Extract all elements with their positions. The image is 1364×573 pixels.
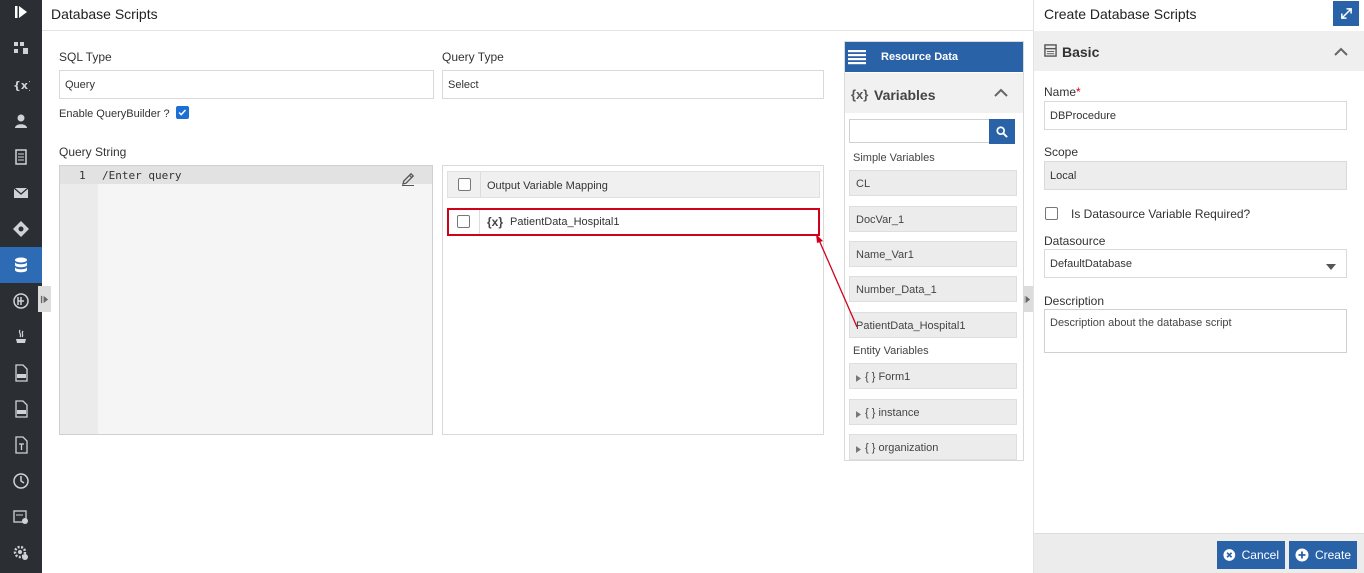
query-type-field[interactable]: Select (442, 70, 824, 99)
plus-icon (1295, 548, 1309, 562)
dropdown-caret-icon (1326, 261, 1336, 273)
required-marker: * (1076, 85, 1081, 99)
scope-field: Local (1044, 161, 1347, 190)
form-icon (1044, 44, 1057, 60)
entity-variable-label: { } instance (865, 407, 920, 419)
entity-variable-item[interactable]: { } organization (849, 434, 1017, 460)
resource-data-panel: Resource Data {x} Variables Simple Varia… (844, 41, 1024, 461)
html-file-icon[interactable] (0, 355, 42, 391)
query-code-text[interactable]: /Enter query (102, 169, 181, 182)
form-settings-icon[interactable] (0, 499, 42, 535)
collapse-toggle-icon[interactable] (0, 0, 42, 30)
output-mapping-header: Output Variable Mapping (447, 171, 820, 198)
expand-icon (1340, 8, 1352, 19)
variables-section-header[interactable]: {x} Variables (845, 73, 1023, 113)
variable-badge-icon: {x} (487, 215, 504, 229)
datasource-select[interactable]: DefaultDatabase (1044, 249, 1347, 278)
template-icon[interactable] (0, 427, 42, 463)
variables-badge-icon: {x} (851, 87, 869, 102)
svg-text:{x}: {x} (13, 79, 30, 92)
description-textarea[interactable]: Description about the database script (1044, 309, 1347, 353)
sql-type-field[interactable]: Query (59, 70, 434, 99)
basic-section-header[interactable]: Basic (1034, 31, 1364, 71)
create-label: Create (1314, 548, 1351, 562)
output-mapping-panel: Output Variable Mapping {x} PatientData_… (442, 165, 824, 435)
cancel-label: Cancel (1241, 548, 1279, 562)
database-icon[interactable] (0, 247, 42, 283)
clock-icon[interactable] (0, 463, 42, 499)
mapped-variable-name: PatientData_Hospital1 (510, 216, 620, 228)
cancel-button[interactable]: Cancel (1217, 541, 1285, 569)
create-db-script-panel: Create Database Scripts Basic Name* DBPr… (1033, 0, 1364, 573)
line-number: 1 (79, 169, 86, 182)
simple-variable-item[interactable]: Number_Data_1 (849, 276, 1017, 302)
entity-variable-item[interactable]: { } Form1 (849, 363, 1017, 389)
panel-footer: Cancel Create (1034, 533, 1364, 573)
simple-variable-item[interactable]: CL (849, 170, 1017, 196)
variables-icon[interactable]: {x} (0, 67, 42, 103)
query-editor[interactable]: 1 /Enter query (59, 165, 433, 435)
datasource-value: DefaultDatabase (1050, 258, 1132, 270)
description-label: Description (1044, 294, 1105, 308)
sql-type-label: SQL Type (59, 50, 112, 64)
datasource-label: Datasource (1044, 234, 1106, 248)
select-all-checkbox[interactable] (458, 178, 471, 191)
search-button[interactable] (989, 119, 1015, 144)
panel-header: Create Database Scripts (1034, 0, 1364, 31)
page-title: Database Scripts (51, 6, 158, 22)
document-icon[interactable] (0, 139, 42, 175)
simple-variables-label: Simple Variables (853, 152, 935, 164)
simple-variable-item[interactable]: Name_Var1 (849, 241, 1017, 267)
mail-icon[interactable] (0, 175, 42, 211)
app-root: {x} (0, 0, 1364, 573)
caret-right-icon (856, 373, 861, 385)
simple-variable-item[interactable]: PatientData_Hospital1 (849, 312, 1017, 338)
editor-gutter (60, 166, 98, 434)
css-file-icon[interactable] (0, 391, 42, 427)
datasource-variable-label: Is Datasource Variable Required? (1071, 207, 1251, 221)
query-string-label: Query String (59, 145, 127, 159)
search-icon (996, 125, 1008, 138)
cancel-icon (1223, 549, 1236, 561)
resource-data-header: Resource Data (845, 42, 1023, 72)
user-icon[interactable] (0, 103, 42, 139)
output-mapping-header-label: Output Variable Mapping (487, 180, 608, 192)
panel-title: Create Database Scripts (1044, 6, 1197, 22)
simple-variable-item[interactable]: DocVar_1 (849, 206, 1017, 232)
entity-variable-item[interactable]: { } instance (849, 399, 1017, 425)
pencil-icon[interactable] (400, 171, 416, 187)
enable-querybuilder-label: Enable QueryBuilder ? (59, 108, 170, 120)
list-icon (848, 49, 866, 68)
name-label: Name* (1044, 85, 1081, 99)
resource-data-title: Resource Data (881, 51, 959, 63)
entity-variable-label: { } organization (865, 442, 939, 454)
chevron-up-icon[interactable] (994, 87, 1008, 101)
expand-button[interactable] (1333, 1, 1359, 26)
basic-section-title: Basic (1062, 44, 1100, 60)
left-splitter-handle[interactable] (38, 286, 51, 312)
variable-search-input[interactable] (849, 119, 991, 143)
java-icon[interactable] (0, 319, 42, 355)
process-map-icon[interactable] (0, 30, 42, 66)
query-type-label: Query Type (442, 50, 504, 64)
output-mapping-row[interactable]: {x} PatientData_Hospital1 (447, 208, 820, 236)
caret-right-icon (856, 444, 861, 456)
scope-label: Scope (1044, 145, 1079, 159)
chevron-up-icon[interactable] (1334, 46, 1348, 60)
entity-variable-label: { } Form1 (865, 371, 911, 383)
name-field[interactable]: DBProcedure (1044, 101, 1347, 130)
datasource-variable-checkbox[interactable] (1045, 207, 1058, 220)
caret-right-icon (856, 409, 861, 421)
settings-icon[interactable] (0, 535, 42, 571)
integration-icon[interactable] (0, 283, 42, 319)
variables-title: Variables (874, 87, 936, 103)
main-header: Database Scripts (42, 0, 1033, 31)
enable-querybuilder-checkbox[interactable] (176, 106, 189, 119)
create-button[interactable]: Create (1289, 541, 1357, 569)
row-checkbox[interactable] (457, 215, 470, 228)
entity-variables-label: Entity Variables (853, 345, 929, 357)
decision-icon[interactable] (0, 211, 42, 247)
left-icon-rail: {x} (0, 0, 42, 573)
